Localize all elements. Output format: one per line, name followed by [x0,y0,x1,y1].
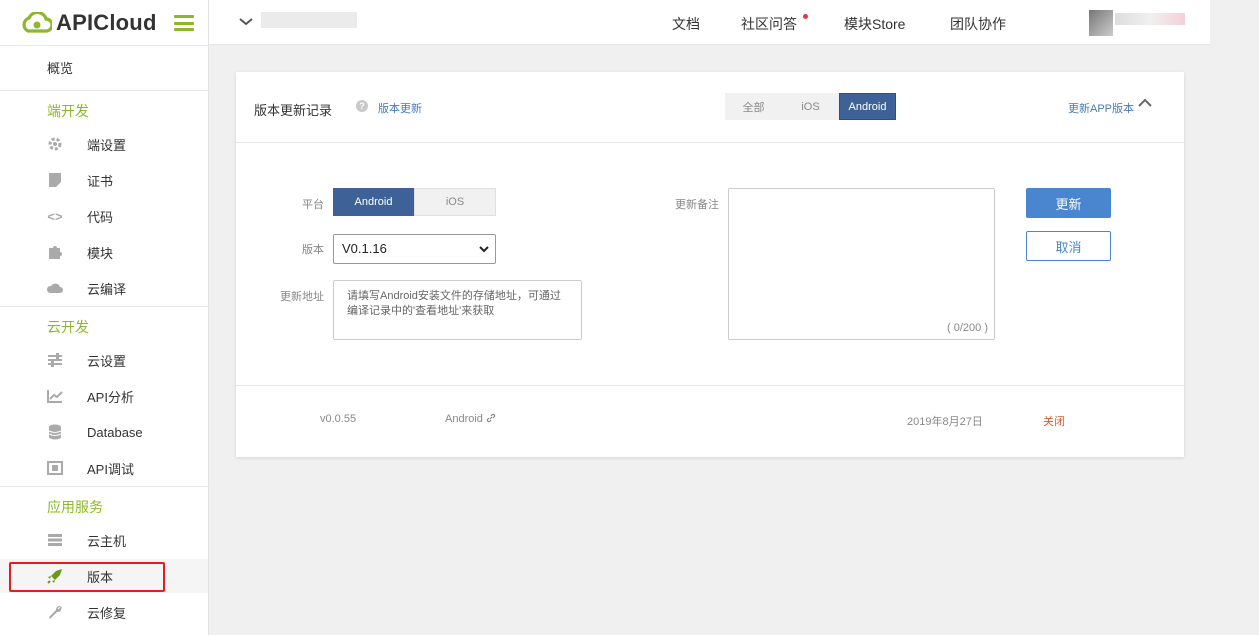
gear-icon [46,135,64,153]
sidebar-item-label: 云主机 [87,533,127,549]
selection-highlight [9,562,165,592]
certificate-icon [46,171,64,189]
record-platform[interactable]: Android [445,413,496,425]
sidebar-item-label: 端设置 [87,137,127,153]
platform-android-toggle[interactable]: Android [333,188,414,216]
record-close-link[interactable]: 关闭 [1043,413,1065,429]
sidebar-item-label: 模块 [87,245,114,261]
sidebar-item-label: 云编译 [87,281,127,297]
sidebar: APICloud 概览 端开发 端设置 证书 <> 代码 模块 云编译 云开发 [0,0,209,635]
sliders-icon [46,351,64,369]
divider [236,385,1184,386]
note-label: 更新备注 [675,199,719,211]
puzzle-icon [46,243,64,261]
code-icon: <> [47,208,63,224]
update-app-link[interactable]: 更新APP版本 [1068,100,1134,116]
sidebar-item-modules[interactable]: 模块 [0,235,208,269]
filter-tab-all[interactable]: 全部 [725,93,782,120]
version-card: 版本更新记录 ? 版本更新 全部 iOS Android 更新APP版本 平台 … [236,72,1184,457]
menu-toggle-icon[interactable] [174,15,194,31]
divider [0,90,209,91]
sidebar-item-cloud-settings[interactable]: 云设置 [0,343,208,377]
note-textarea[interactable]: ( 0/200 ) [728,188,995,340]
filter-tab-ios[interactable]: iOS [782,93,839,120]
topbar: 文档 社区问答 模块Store 团队协作 [209,0,1210,45]
sidebar-item-label: 代码 [87,209,114,225]
address-input[interactable]: 请填写Android安装文件的存储地址，可通过编译记录中的'查看地址'来获取 [333,280,582,340]
sidebar-item-cloud-host[interactable]: 云主机 [0,523,208,557]
platform-label: 平台 [302,199,324,211]
card-title: 版本更新记录 [254,103,333,118]
logo[interactable]: APICloud [20,8,157,38]
divider [0,45,209,46]
divider [236,142,1184,143]
filter-tab-android[interactable]: Android [839,93,896,120]
record-platform-label: Android [445,413,483,425]
sidebar-item-label: 云修复 [87,605,127,621]
project-name-redacted[interactable] [261,12,357,28]
update-button[interactable]: 更新 [1026,188,1111,218]
nav-docs[interactable]: 文档 [672,14,700,34]
help-link[interactable]: 版本更新 [378,100,422,116]
debug-icon [46,459,64,477]
nav-team[interactable]: 团队协作 [950,14,1006,34]
sidebar-item-code[interactable]: <> 代码 [0,199,208,233]
record-version: v0.0.55 [320,413,357,425]
section-title-app-services: 应用服务 [47,499,103,515]
chart-icon [46,387,64,405]
chevron-down-icon [479,246,489,253]
sidebar-item-overview[interactable]: 概览 [47,58,73,77]
avatar[interactable] [1089,10,1113,36]
sidebar-item-certificate[interactable]: 证书 [0,163,208,197]
sidebar-item-cloud-repair[interactable]: 云修复 [0,595,208,629]
sidebar-item-label: API调试 [87,461,134,477]
address-label: 更新地址 [280,291,324,303]
sidebar-item-client-settings[interactable]: 端设置 [0,127,208,161]
apicloud-logo-icon [22,12,52,33]
wrench-icon [46,603,64,621]
server-icon [46,531,64,549]
sidebar-item-label: API分析 [87,389,134,405]
sidebar-item-database[interactable]: Database [0,415,208,449]
sidebar-item-api-analysis[interactable]: API分析 [0,379,208,413]
nav-community[interactable]: 社区问答 [741,14,797,34]
platform-ios-toggle[interactable]: iOS [414,188,496,216]
cancel-button[interactable]: 取消 [1026,231,1111,261]
divider [0,306,209,307]
record-date: 2019年8月27日 [907,416,983,428]
sidebar-item-api-debug[interactable]: API调试 [0,451,208,485]
sidebar-item-label: 云设置 [87,353,127,369]
sidebar-item-cloud-compile[interactable]: 云编译 [0,271,208,305]
help-icon[interactable]: ? [356,100,368,112]
version-select[interactable]: V0.1.16 [333,234,496,264]
sidebar-item-label: 证书 [87,173,114,189]
version-label: 版本 [302,244,324,256]
section-title-cloud-dev: 云开发 [47,319,89,335]
chevron-down-icon[interactable] [239,15,253,29]
note-char-count: ( 0/200 ) [947,322,988,334]
sidebar-item-label: Database [87,424,143,440]
chevron-up-icon[interactable] [1138,98,1152,108]
username-redacted[interactable] [1115,13,1185,25]
logo-text: APICloud [56,10,157,35]
nav-module-store[interactable]: 模块Store [844,14,905,34]
section-title-client-dev: 端开发 [47,103,89,119]
version-select-value: V0.1.16 [342,241,387,256]
divider [0,486,209,487]
database-icon [46,423,64,441]
notification-dot [803,14,808,19]
cloud-icon [46,279,64,297]
link-icon [486,413,496,423]
